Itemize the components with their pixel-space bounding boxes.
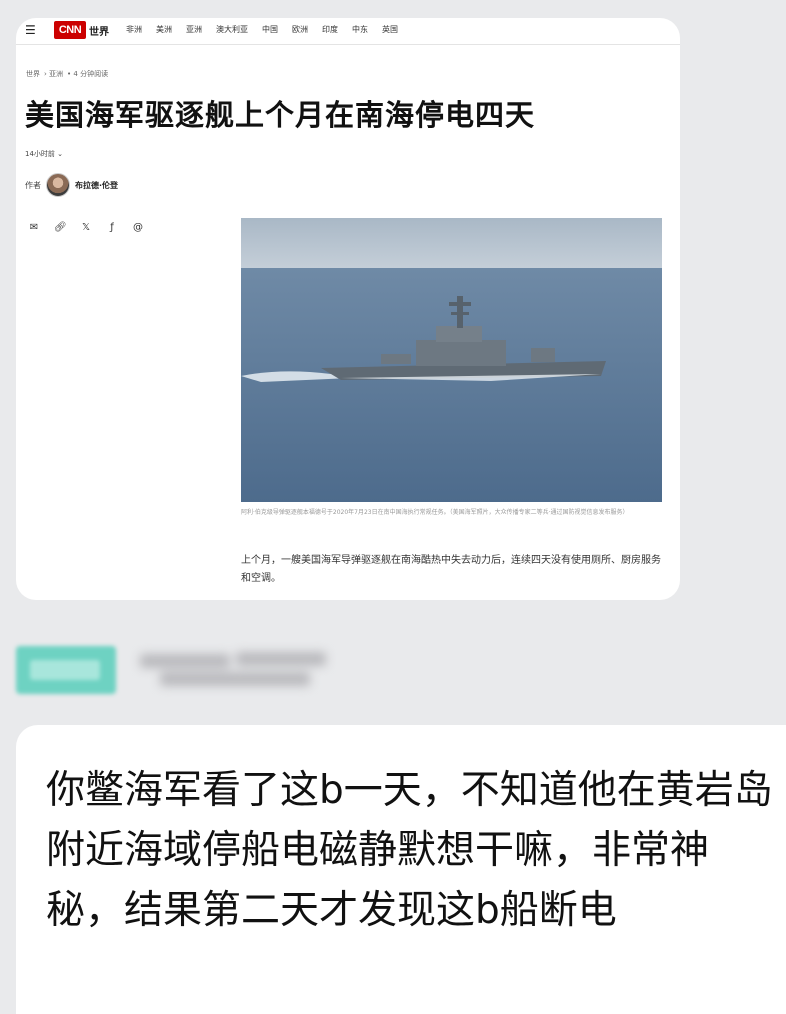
byline-label: 作者 xyxy=(25,180,41,190)
top-navigation-bar: ☰ CNN 世界 非洲 美洲 亚洲 澳大利亚 中国 欧洲 印度 中东 英国 xyxy=(16,18,680,45)
destroyer-photo xyxy=(241,218,662,502)
breadcrumb-asia[interactable]: 亚洲 xyxy=(49,70,63,78)
nav-link-china[interactable]: 中国 xyxy=(262,24,278,35)
blurred-username-tag xyxy=(16,646,116,694)
email-icon[interactable]: ✉ xyxy=(28,222,40,233)
blur-block xyxy=(236,652,326,666)
nav-link-europe[interactable]: 欧洲 xyxy=(292,24,308,35)
blurred-username-inner xyxy=(30,660,100,680)
chevron-down-icon: ⌄ xyxy=(57,150,64,158)
byline: 作者 布拉德·伦登 xyxy=(25,173,118,197)
link-icon[interactable]: 🔗︎ xyxy=(54,222,67,233)
breadcrumb-world[interactable]: 世界 xyxy=(26,70,40,78)
nav-link-africa[interactable]: 非洲 xyxy=(126,24,142,35)
article-screenshot-card: ☰ CNN 世界 非洲 美洲 亚洲 澳大利亚 中国 欧洲 印度 中东 英国 世界… xyxy=(16,18,680,600)
article-headline: 美国海军驱逐舰上个月在南海停电四天 xyxy=(25,98,536,132)
photo-caption: 阿利·伯克级导弹驱逐舰本福德号于2020年7月23日在南中国海执行常规任务。（美… xyxy=(241,509,629,516)
facebook-icon[interactable]: ƒ xyxy=(106,222,118,233)
message-bubble: 你鳖海军看了这b一天，不知道他在黄岩岛附近海域停船电磁静默想干嘛，非常神秘，结果… xyxy=(16,725,786,1014)
nav-link-middle-east[interactable]: 中东 xyxy=(352,24,368,35)
blurred-text xyxy=(140,648,340,692)
updated-time[interactable]: 14小时前 ⌄ xyxy=(25,149,63,159)
nav-link-australia[interactable]: 澳大利亚 xyxy=(216,24,248,35)
nav-link-uk[interactable]: 英国 xyxy=(382,24,398,35)
edition-label[interactable]: 世界 xyxy=(89,23,109,38)
cnn-logo[interactable]: CNN xyxy=(54,21,86,39)
breadcrumb: 世界 › 亚洲 • 4 分钟阅读 xyxy=(26,70,109,78)
threads-icon[interactable]: @ xyxy=(132,222,144,233)
author-avatar[interactable] xyxy=(46,173,70,197)
section-links: 非洲 美洲 亚洲 澳大利亚 中国 欧洲 印度 中东 英国 xyxy=(126,24,398,35)
hamburger-menu-icon[interactable]: ☰ xyxy=(25,23,36,37)
blur-block xyxy=(160,672,310,686)
message-text: 你鳖海军看了这b一天，不知道他在黄岩岛附近海域停船电磁静默想干嘛，非常神秘，结果… xyxy=(46,768,773,933)
blur-block xyxy=(140,654,230,668)
nav-link-asia[interactable]: 亚洲 xyxy=(186,24,202,35)
article-lead-paragraph: 上个月，一艘美国海军导弹驱逐舰在南海酷热中失去动力后，连续四天没有使用厕所、厨房… xyxy=(241,555,661,584)
nav-link-americas[interactable]: 美洲 xyxy=(156,24,172,35)
share-bar: ✉ 🔗︎ 𝕏 ƒ @ xyxy=(28,222,144,233)
x-icon[interactable]: 𝕏 xyxy=(80,222,92,233)
author-name[interactable]: 布拉德·伦登 xyxy=(75,180,118,191)
nav-link-india[interactable]: 印度 xyxy=(322,24,338,35)
read-time: 4 分钟阅读 xyxy=(73,70,109,78)
